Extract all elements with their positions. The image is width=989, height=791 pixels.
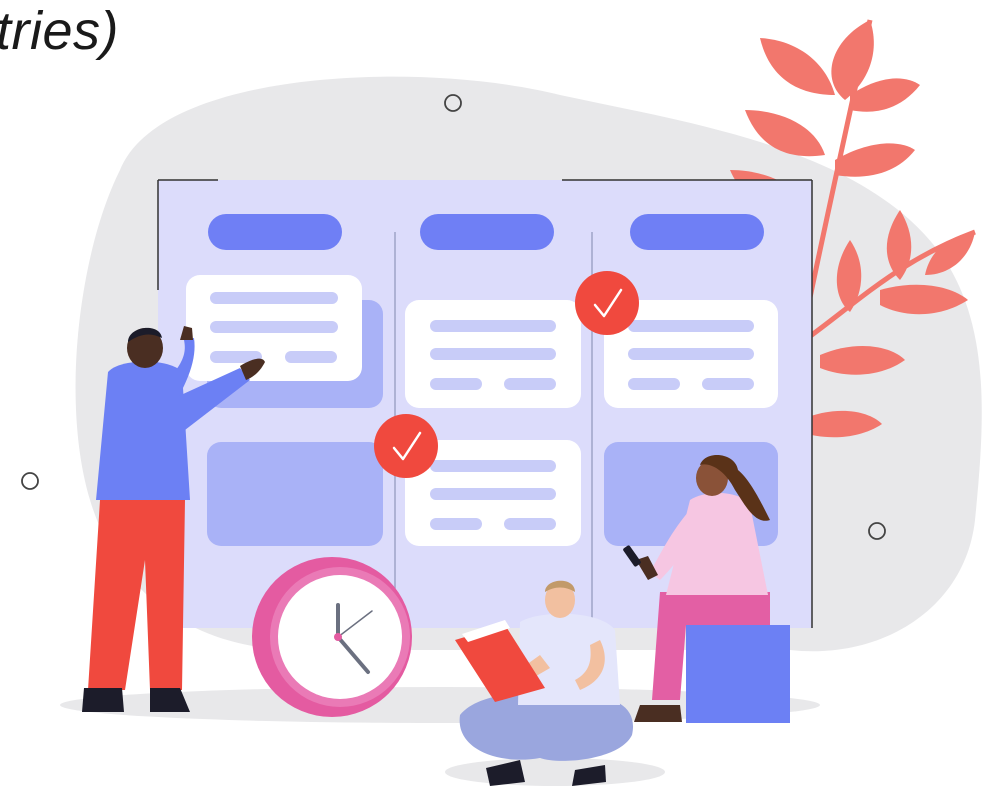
ground-shadow <box>445 758 665 786</box>
task-card-floating <box>186 275 362 381</box>
column-header-2 <box>420 214 554 250</box>
column-header-3 <box>630 214 764 250</box>
clock-icon <box>252 557 412 717</box>
check-icon <box>374 414 438 478</box>
task-board-illustration <box>21 19 982 786</box>
illustration-page: tries) <box>0 0 989 791</box>
card-placeholder <box>207 442 383 546</box>
column-header-1 <box>208 214 342 250</box>
check-icon <box>575 271 639 335</box>
task-card <box>405 300 581 408</box>
seat-cube <box>686 625 790 723</box>
decor-circle-left <box>21 472 39 490</box>
